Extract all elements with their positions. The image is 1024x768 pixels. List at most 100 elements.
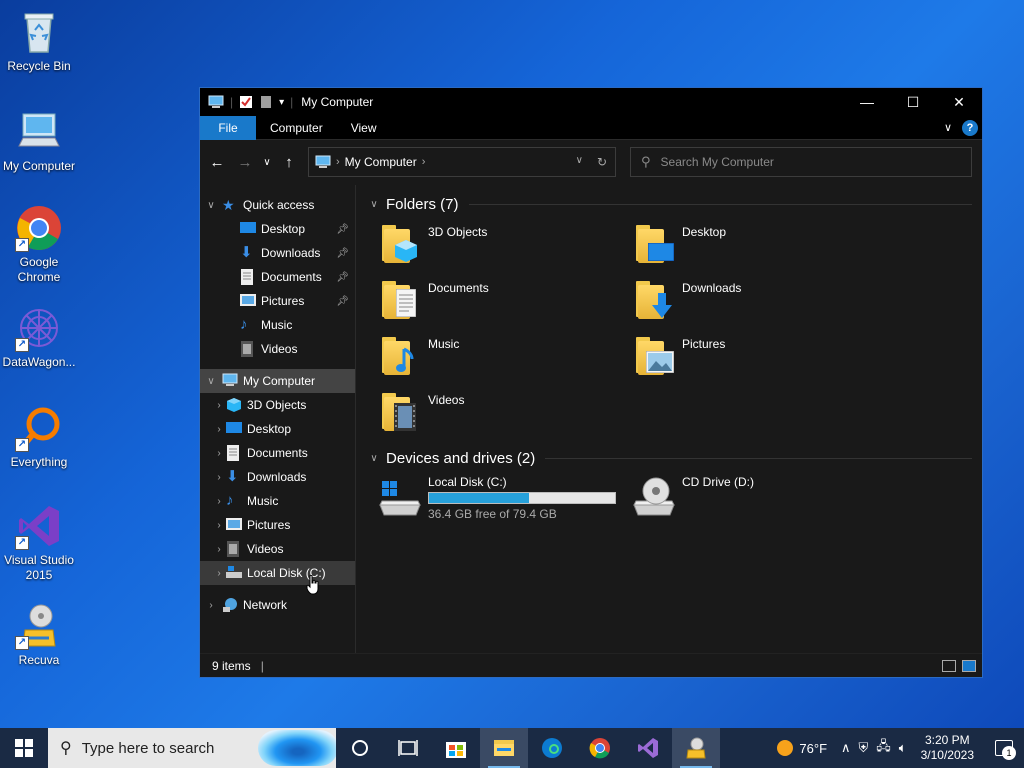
collapse-chevron-icon[interactable]: ∨ [366,453,382,464]
properties-icon[interactable] [239,95,253,109]
taskbar-store-button[interactable] [432,728,480,768]
taskbar-file-explorer-button[interactable] [480,728,528,768]
nav-quick-music[interactable]: ♪ Music [200,313,355,337]
drive-item-local-disk[interactable]: Local Disk (C:) 36.4 GB free of 79.4 GB [366,471,620,531]
nav-quick-documents[interactable]: Documents 📌︎ [200,265,355,289]
drive-item-cd-drive[interactable]: CD Drive (D:) [620,471,874,531]
search-icon: ⚲ [60,740,72,757]
back-button[interactable]: ← [206,154,228,171]
collapse-chevron-icon[interactable]: ∨ [204,200,218,211]
security-icon[interactable]: ⛨ [855,740,873,756]
expand-chevron-icon[interactable]: › [212,568,226,579]
desktop-icon-recycle-bin[interactable]: Recycle Bin [0,8,78,74]
expand-chevron-icon[interactable]: › [212,544,226,555]
search-input[interactable]: Search My Computer [661,155,774,169]
folder-item-music[interactable]: Music [366,329,620,385]
nav-pc-desktop[interactable]: › Desktop [200,417,355,441]
refresh-icon[interactable]: ↻ [597,155,607,169]
nav-pc-music[interactable]: › ♪ Music [200,489,355,513]
weather-widget[interactable]: 76°F [767,740,837,756]
close-button[interactable]: ✕ [936,88,982,116]
nav-network[interactable]: › Network [200,593,355,617]
desktop-icon-everything[interactable]: ↗ Everything [0,404,78,470]
desktop-icon-visual-studio[interactable]: ↗ Visual Studio 2015 [0,502,78,583]
folder-item-downloads[interactable]: Downloads [620,273,874,329]
recent-locations-chevron-icon[interactable]: ∨ [256,157,278,168]
devices-group-header[interactable]: ∨ Devices and drives (2) [366,445,972,471]
maximize-button[interactable]: ☐ [890,88,936,116]
folder-item-3d-objects[interactable]: 3D Objects [366,217,620,273]
search-box[interactable]: ⚲ Search My Computer [630,147,972,177]
tab-file[interactable]: File [200,115,256,140]
weather-temperature: 76°F [799,740,828,756]
up-button[interactable]: ↑ [278,154,300,171]
datawagon-icon: ↗ [15,304,63,352]
nav-pc-local-disk[interactable]: › Local Disk (C:) [200,561,355,585]
nav-quick-access[interactable]: ∨ ★ Quick access [200,193,355,217]
nav-my-computer[interactable]: ∨ My Computer [200,369,355,393]
forward-button[interactable]: → [234,154,256,171]
address-bar[interactable]: › My Computer › ∨ ↻ [308,147,616,177]
expand-chevron-icon[interactable]: › [212,400,226,411]
folder-item-desktop[interactable]: Desktop [620,217,874,273]
expand-chevron-icon[interactable]: › [212,520,226,531]
collapse-chevron-icon[interactable]: ∨ [204,376,218,387]
minimize-button[interactable]: — [844,88,890,116]
breadcrumb-my-computer[interactable]: My Computer [345,155,417,169]
task-view-button[interactable] [384,728,432,768]
network-icon[interactable]: 🖧︎ [872,737,895,759]
nav-label: Documents [247,446,308,460]
nav-quick-videos[interactable]: Videos [200,337,355,361]
shortcut-arrow-icon: ↗ [15,238,29,252]
taskbar-visual-studio-button[interactable] [624,728,672,768]
customize-toolbar-chevron-icon[interactable]: ▾ [279,97,284,108]
nav-pc-videos[interactable]: › Videos [200,537,355,561]
taskbar-search-input[interactable]: Type here to search [82,740,215,757]
file-explorer-window: | ▾ | My Computer — ☐ ✕ File Computer Vi… [199,87,983,678]
folder-item-documents[interactable]: Documents [366,273,620,329]
nav-quick-pictures[interactable]: Pictures 📌︎ [200,289,355,313]
breadcrumb-chevron-icon[interactable]: › [336,156,340,168]
details-view-icon[interactable] [942,659,956,672]
breadcrumb-chevron-icon[interactable]: › [422,156,426,168]
taskbar-recuva-button[interactable] [672,728,720,768]
start-button[interactable] [0,728,48,768]
edge-icon [542,738,562,758]
collapse-chevron-icon[interactable]: ∨ [366,199,382,210]
expand-chevron-icon[interactable]: › [212,472,226,483]
help-button[interactable]: ? [962,119,978,136]
folder-item-pictures[interactable]: Pictures [620,329,874,385]
desktop-icon-recuva[interactable]: ↗ Recuva [0,602,78,668]
taskbar-chrome-button[interactable] [576,728,624,768]
folder-item-videos[interactable]: Videos [366,385,620,441]
nav-pc-pictures[interactable]: › Pictures [200,513,355,537]
expand-ribbon-chevron-icon[interactable]: ∨ [944,121,952,134]
tab-computer[interactable]: Computer [256,116,337,140]
large-icons-view-icon[interactable] [962,659,976,672]
expand-chevron-icon[interactable]: › [212,496,226,507]
desktop-icon-label: Recuva [18,653,60,667]
address-dropdown-chevron-icon[interactable]: ∨ [576,155,583,169]
expand-chevron-icon[interactable]: › [212,424,226,435]
nav-quick-desktop[interactable]: Desktop 📌︎ [200,217,355,241]
taskbar-edge-button[interactable] [528,728,576,768]
desktop-icon-my-computer[interactable]: My Computer [0,108,78,174]
new-folder-icon[interactable] [259,95,273,109]
cortana-button[interactable] [336,728,384,768]
tab-view[interactable]: View [337,116,391,140]
show-hidden-icons-chevron-icon[interactable]: ∧ [837,740,855,756]
volume-icon[interactable]: 🔈︎ [895,740,911,756]
toolbar-separator: | [290,95,294,109]
clock[interactable]: 3:20 PM 3/10/2023 [911,733,984,763]
expand-chevron-icon[interactable]: › [204,600,218,611]
nav-pc-downloads[interactable]: › ⬇ Downloads [200,465,355,489]
nav-pc-documents[interactable]: › Documents [200,441,355,465]
desktop-icon-google-chrome[interactable]: ↗ Google Chrome [0,204,78,285]
taskbar-search-box[interactable]: ⚲ Type here to search [48,728,336,768]
nav-quick-downloads[interactable]: ⬇ Downloads 📌︎ [200,241,355,265]
desktop-icon-datawagon[interactable]: ↗ DataWagon... [0,304,78,370]
nav-pc-3d-objects[interactable]: › 3D Objects [200,393,355,417]
expand-chevron-icon[interactable]: › [212,448,226,459]
folders-group-header[interactable]: ∨ Folders (7) [366,191,972,217]
notification-center-button[interactable]: 1 [984,728,1024,768]
